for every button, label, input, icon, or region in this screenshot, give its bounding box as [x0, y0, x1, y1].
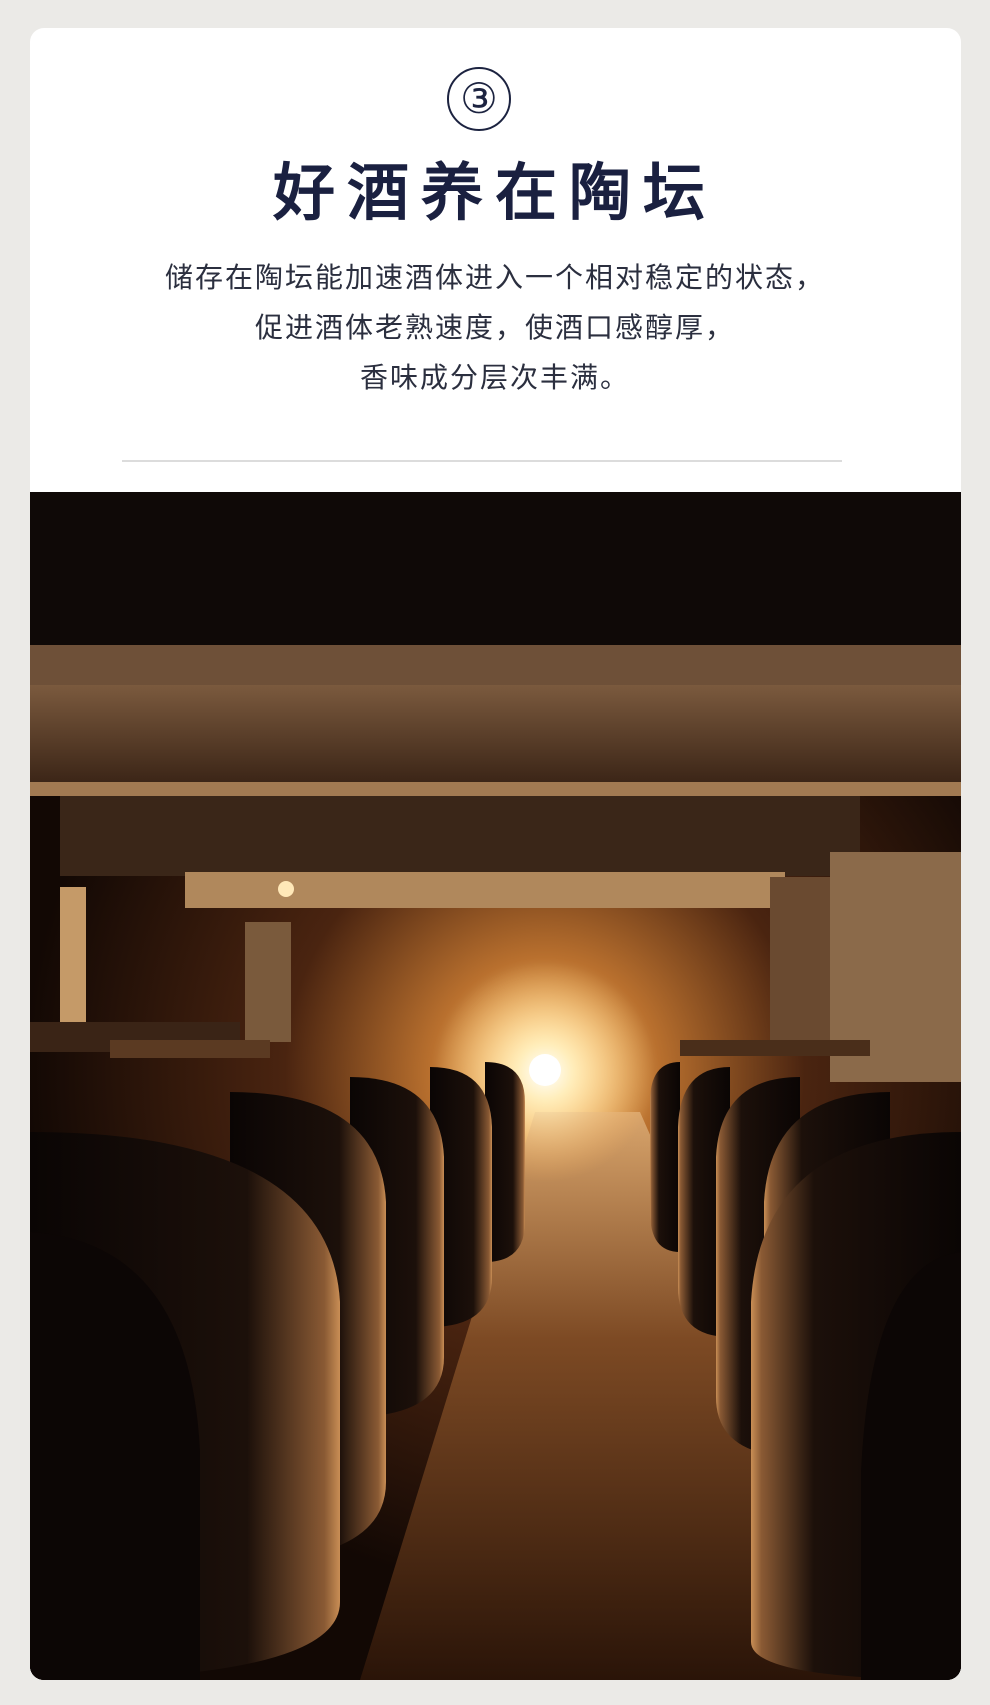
section-number-badge: ③: [447, 67, 511, 131]
cellar-illustration: [30, 492, 961, 1680]
description-line-2: 促进酒体老熟速度，使酒口感醇厚，: [254, 311, 735, 344]
section-divider: [122, 460, 842, 462]
section-title: 好酒养在陶坛: [272, 156, 717, 229]
cellar-photo: [30, 492, 961, 1680]
description-line-3: 香味成分层次丰满。: [359, 361, 630, 394]
description-line-1: 储存在陶坛能加速酒体进入一个相对稳定的状态，: [164, 261, 825, 294]
section-description: 储存在陶坛能加速酒体进入一个相对稳定的状态， 促进酒体老熟速度，使酒口感醇厚， …: [0, 253, 990, 403]
